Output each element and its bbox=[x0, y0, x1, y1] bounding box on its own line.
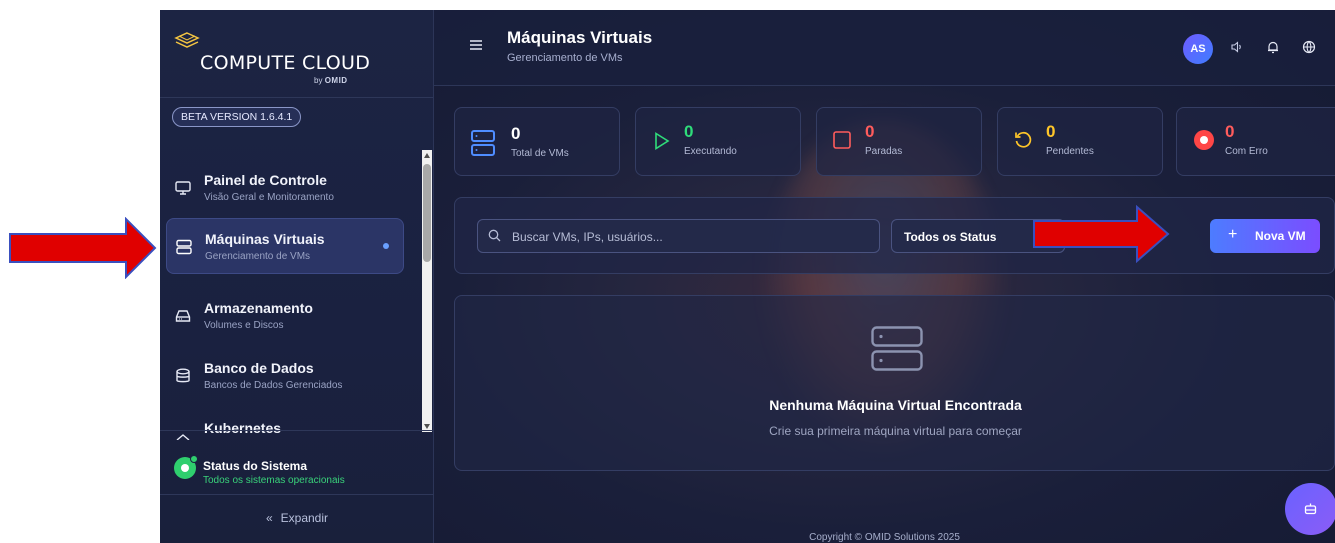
annotation-arrow-left bbox=[9, 217, 157, 279]
sidebar-item-painel-de-controle[interactable]: Painel de Controle Visão Geral e Monitor… bbox=[166, 160, 404, 216]
status-title: Status do Sistema bbox=[203, 459, 308, 473]
speaker-icon[interactable] bbox=[1230, 40, 1244, 54]
expand-label: Expandir bbox=[280, 511, 329, 525]
bell-icon[interactable] bbox=[1266, 40, 1280, 54]
app-window: COMPUTE CLOUD by OMID BETA VERSION 1.6.4… bbox=[160, 10, 1335, 543]
stat-label: Com Erro bbox=[1225, 146, 1268, 157]
copyright-footer: Copyright © OMID Solutions 2025 bbox=[809, 532, 960, 543]
brand-company: OMID bbox=[324, 76, 348, 85]
system-status: Status do Sistema Todos os sistemas oper… bbox=[160, 430, 434, 494]
stat-label: Pendentes bbox=[1046, 146, 1094, 157]
new-vm-label: Nova VM bbox=[1255, 229, 1306, 243]
scroll-up-arrow-icon[interactable] bbox=[424, 153, 430, 158]
assistant-bot-button[interactable] bbox=[1285, 483, 1335, 535]
beta-version-badge: BETA VERSION 1.6.4.1 bbox=[172, 107, 302, 127]
empty-state-panel: Nenhuma Máquina Virtual Encontrada Crie … bbox=[454, 295, 1335, 471]
user-avatar[interactable]: AS bbox=[1183, 34, 1213, 64]
database-icon bbox=[176, 368, 190, 383]
search-input[interactable]: Buscar VMs, IPs, usuários... bbox=[477, 219, 880, 253]
stat-value: 0 bbox=[865, 122, 875, 141]
brand-logo-icon bbox=[174, 32, 200, 48]
sidebar-scrollbar[interactable] bbox=[422, 150, 432, 432]
sidebar-item-title: Armazenamento bbox=[204, 300, 313, 316]
refresh-icon bbox=[1015, 131, 1032, 148]
sidebar-nav: Painel de Controle Visão Geral e Monitor… bbox=[160, 150, 434, 440]
expand-sidebar-button[interactable]: « Expandir bbox=[160, 494, 434, 543]
sidebar-item-armazenamento[interactable]: Armazenamento Volumes e Discos bbox=[166, 288, 404, 344]
server-icon bbox=[176, 239, 192, 255]
sidebar-item-title: Banco de Dados bbox=[204, 360, 314, 376]
page-title: Máquinas Virtuais bbox=[507, 28, 653, 47]
sidebar-item-subtitle: Volumes e Discos bbox=[204, 320, 284, 331]
status-online-icon bbox=[174, 455, 198, 479]
monitor-icon bbox=[175, 181, 191, 195]
new-vm-button[interactable]: + Nova VM bbox=[1210, 219, 1320, 253]
sidebar-item-title: Painel de Controle bbox=[204, 172, 327, 188]
brand-title: COMPUTE CLOUD bbox=[200, 52, 371, 74]
brand-by: by bbox=[314, 76, 323, 85]
search-placeholder: Buscar VMs, IPs, usuários... bbox=[512, 230, 663, 244]
page-subtitle: Gerenciamento de VMs bbox=[507, 52, 623, 64]
double-chevron-left-icon: « bbox=[265, 511, 273, 525]
sidebar-item-subtitle: Gerenciamento de VMs bbox=[205, 251, 311, 262]
brand-byline: by OMID bbox=[314, 76, 348, 85]
stat-label: Paradas bbox=[865, 146, 903, 157]
sidebar-item-title: Máquinas Virtuais bbox=[205, 231, 325, 247]
sidebar: COMPUTE CLOUD by OMID BETA VERSION 1.6.4… bbox=[160, 10, 434, 543]
stat-card-error: 0 Com Erro bbox=[1176, 107, 1335, 176]
stat-value: 0 bbox=[1046, 122, 1056, 141]
screenshot-canvas: COMPUTE CLOUD by OMID BETA VERSION 1.6.4… bbox=[0, 0, 1335, 543]
stat-value: 0 bbox=[511, 124, 521, 143]
stat-value: 0 bbox=[684, 122, 694, 141]
search-icon bbox=[488, 229, 501, 242]
sidebar-item-banco-de-dados[interactable]: Banco de Dados Bancos de Dados Gerenciad… bbox=[166, 348, 404, 404]
hamburger-menu-icon[interactable] bbox=[470, 40, 482, 50]
status-subtitle: Todos os sistemas operacionais bbox=[203, 475, 345, 486]
sidebar-item-subtitle: Bancos de Dados Gerenciados bbox=[204, 380, 343, 391]
globe-icon[interactable] bbox=[1302, 40, 1316, 54]
empty-state-subtitle: Crie sua primeira máquina virtual para c… bbox=[769, 424, 1022, 438]
stat-card-pending: 0 Pendentes bbox=[997, 107, 1163, 176]
top-bar: Máquinas Virtuais Gerenciamento de VMs A… bbox=[434, 10, 1335, 86]
filter-bar: Buscar VMs, IPs, usuários... Todos os St… bbox=[454, 197, 1335, 274]
sidebar-item-maquinas-virtuais[interactable]: Máquinas Virtuais Gerenciamento de VMs bbox=[166, 218, 404, 274]
main-content: Máquinas Virtuais Gerenciamento de VMs A… bbox=[434, 10, 1335, 543]
scrollbar-thumb[interactable] bbox=[423, 164, 431, 262]
hard-drive-icon bbox=[175, 310, 191, 322]
scroll-down-arrow-icon[interactable] bbox=[424, 424, 430, 429]
server-icon bbox=[871, 326, 923, 371]
empty-state-title: Nenhuma Máquina Virtual Encontrada bbox=[769, 397, 1022, 413]
stat-label: Total de VMs bbox=[511, 148, 569, 159]
stat-label: Executando bbox=[684, 146, 737, 157]
server-icon bbox=[471, 130, 495, 156]
error-icon bbox=[1194, 130, 1214, 150]
stat-value: 0 bbox=[1225, 122, 1235, 141]
status-filter-value: Todos os Status bbox=[904, 230, 997, 244]
plus-icon: + bbox=[1228, 226, 1238, 243]
stat-card-total: 0 Total de VMs bbox=[454, 107, 620, 176]
sidebar-item-subtitle: Visão Geral e Monitoramento bbox=[204, 192, 334, 203]
stat-card-stopped: 0 Paradas bbox=[816, 107, 982, 176]
robot-icon bbox=[1304, 503, 1317, 515]
stat-card-running: 0 Executando bbox=[635, 107, 801, 176]
logo-area: COMPUTE CLOUD by OMID bbox=[160, 10, 433, 98]
play-icon bbox=[655, 132, 670, 150]
active-indicator-dot bbox=[383, 243, 389, 249]
stop-icon bbox=[833, 131, 851, 149]
annotation-arrow-right bbox=[1033, 205, 1170, 263]
